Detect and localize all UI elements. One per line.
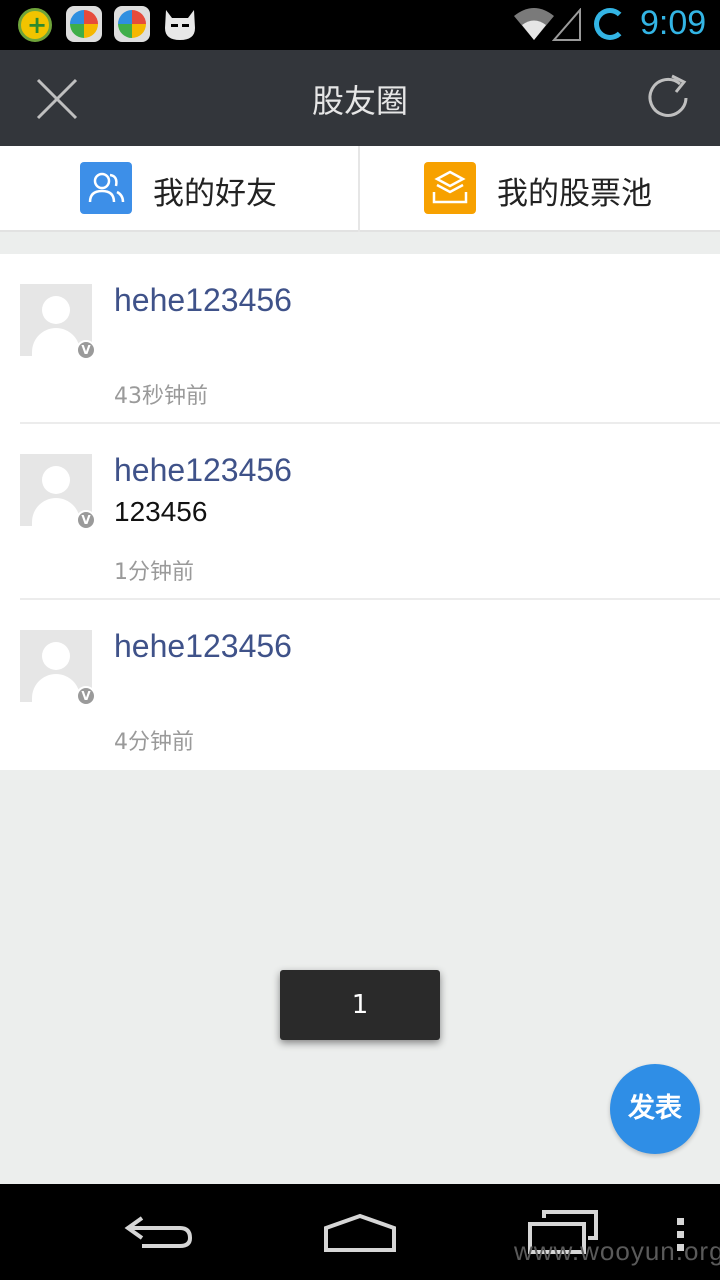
tab-label: 我的股票池 xyxy=(497,176,652,212)
toast-message: 1 xyxy=(280,970,440,1040)
cyanogen-cat-icon xyxy=(165,10,195,40)
sync-icon xyxy=(594,8,626,40)
post-time: 43秒钟前 xyxy=(114,384,208,409)
page-title: 股友圈 xyxy=(311,82,408,120)
tab-my-stock-pool[interactable]: 我的股票池 xyxy=(360,146,719,232)
post-username[interactable]: hehe123456 xyxy=(114,452,292,489)
refresh-icon[interactable] xyxy=(642,72,694,124)
tab-my-friends[interactable]: 我的好友 xyxy=(0,146,359,232)
list-item[interactable]: V hehe123456 43秒钟前 xyxy=(0,254,720,424)
home-icon[interactable] xyxy=(322,1212,398,1252)
post-time: 1分钟前 xyxy=(114,560,194,585)
app-store-icon xyxy=(66,6,102,42)
tab-label: 我的好友 xyxy=(153,176,277,212)
stock-pool-icon xyxy=(424,162,476,214)
app-plus-icon: + xyxy=(18,8,52,42)
verified-badge: V xyxy=(76,340,96,360)
publish-button[interactable]: 发表 xyxy=(610,1064,700,1154)
post-username[interactable]: hehe123456 xyxy=(114,282,292,319)
post-time: 4分钟前 xyxy=(114,730,194,755)
navigation-bar: www.wooyun.org xyxy=(0,1184,720,1280)
wifi-icon xyxy=(514,8,554,40)
status-bar: + 9:09 xyxy=(0,0,720,50)
app-store-icon xyxy=(114,6,150,42)
list-item[interactable]: V hehe123456 4分钟前 xyxy=(0,600,720,770)
list-item[interactable]: V hehe123456 123456 1分钟前 xyxy=(0,424,720,600)
back-icon[interactable] xyxy=(122,1212,196,1252)
post-content: 123456 xyxy=(114,496,208,527)
verified-badge: V xyxy=(76,510,96,530)
friends-icon xyxy=(80,162,132,214)
clock: 9:09 xyxy=(640,4,707,42)
verified-badge: V xyxy=(76,686,96,706)
watermark: www.wooyun.org xyxy=(514,1236,720,1266)
signal-icon xyxy=(552,8,581,41)
post-username[interactable]: hehe123456 xyxy=(114,628,292,665)
tab-bar: 我的好友 我的股票池 xyxy=(0,146,720,232)
title-bar: 股友圈 xyxy=(0,50,720,146)
feed-list: V hehe123456 43秒钟前 V hehe123456 123456 1… xyxy=(0,254,720,770)
